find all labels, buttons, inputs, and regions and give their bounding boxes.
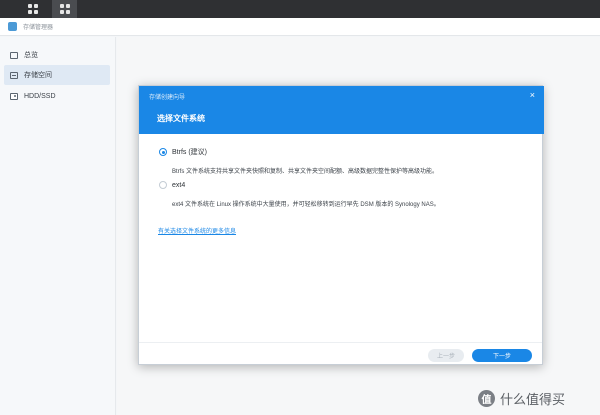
dialog-header: 存储创建向导 × 选择文件系统 bbox=[139, 86, 544, 134]
sidebar-item-label: 存储空间 bbox=[24, 72, 52, 79]
sidebar-item-storage[interactable]: 存储空间 bbox=[4, 65, 110, 85]
create-storage-wizard-dialog: 存储创建向导 × 选择文件系统 Btrfs (建议) Btrfs 文件系统支持共… bbox=[138, 85, 544, 365]
window-titlebar: 存储管理器 bbox=[0, 18, 600, 36]
dialog-footer: 上一步 下一步 bbox=[139, 342, 542, 364]
radio-btrfs[interactable] bbox=[159, 148, 167, 156]
radio-ext4[interactable] bbox=[159, 181, 167, 189]
more-info-link[interactable]: 有关选择文件系统的更多信息 bbox=[158, 226, 236, 235]
option-ext4[interactable]: ext4 bbox=[159, 181, 185, 189]
taskbar-app-storage-manager[interactable] bbox=[52, 0, 77, 18]
app-icon bbox=[59, 4, 70, 14]
dialog-window-title: 存储创建向导 bbox=[149, 95, 186, 101]
overview-icon bbox=[10, 51, 18, 59]
grid-icon bbox=[27, 4, 38, 14]
watermark: 值 什么值得买 bbox=[478, 389, 565, 408]
sidebar: 总览 存储空间 HDD/SSD bbox=[0, 37, 116, 415]
storage-icon bbox=[10, 71, 18, 79]
option-btrfs-label: Btrfs (建议) bbox=[172, 149, 207, 156]
sidebar-item-overview[interactable]: 总览 bbox=[4, 45, 110, 65]
previous-button[interactable]: 上一步 bbox=[428, 349, 464, 362]
sidebar-item-hdd-ssd[interactable]: HDD/SSD bbox=[4, 86, 110, 106]
window-title: 存储管理器 bbox=[23, 25, 54, 31]
sidebar-item-label: HDD/SSD bbox=[24, 92, 56, 100]
hdd-icon bbox=[10, 92, 18, 100]
storage-manager-icon bbox=[8, 22, 17, 31]
option-ext4-label: ext4 bbox=[172, 181, 186, 189]
watermark-logo: 值 bbox=[478, 390, 495, 407]
main-menu-button[interactable] bbox=[20, 0, 45, 18]
sidebar-item-label: 总览 bbox=[24, 52, 38, 59]
option-btrfs-description: Btrfs 文件系统支持共享文件夹快照和复制、共享文件夹空间配额、高级数据完整性… bbox=[172, 169, 439, 175]
dialog-heading: 选择文件系统 bbox=[157, 114, 205, 123]
taskbar bbox=[0, 0, 600, 18]
option-btrfs[interactable]: Btrfs (建议) bbox=[159, 147, 207, 157]
next-button[interactable]: 下一步 bbox=[472, 349, 532, 362]
watermark-text: 什么值得买 bbox=[500, 392, 566, 407]
option-ext4-description: ext4 文件系统在 Linux 操作系统中大量使用，并可轻松移转到运行早先 D… bbox=[172, 202, 440, 208]
close-icon[interactable]: × bbox=[530, 90, 535, 100]
